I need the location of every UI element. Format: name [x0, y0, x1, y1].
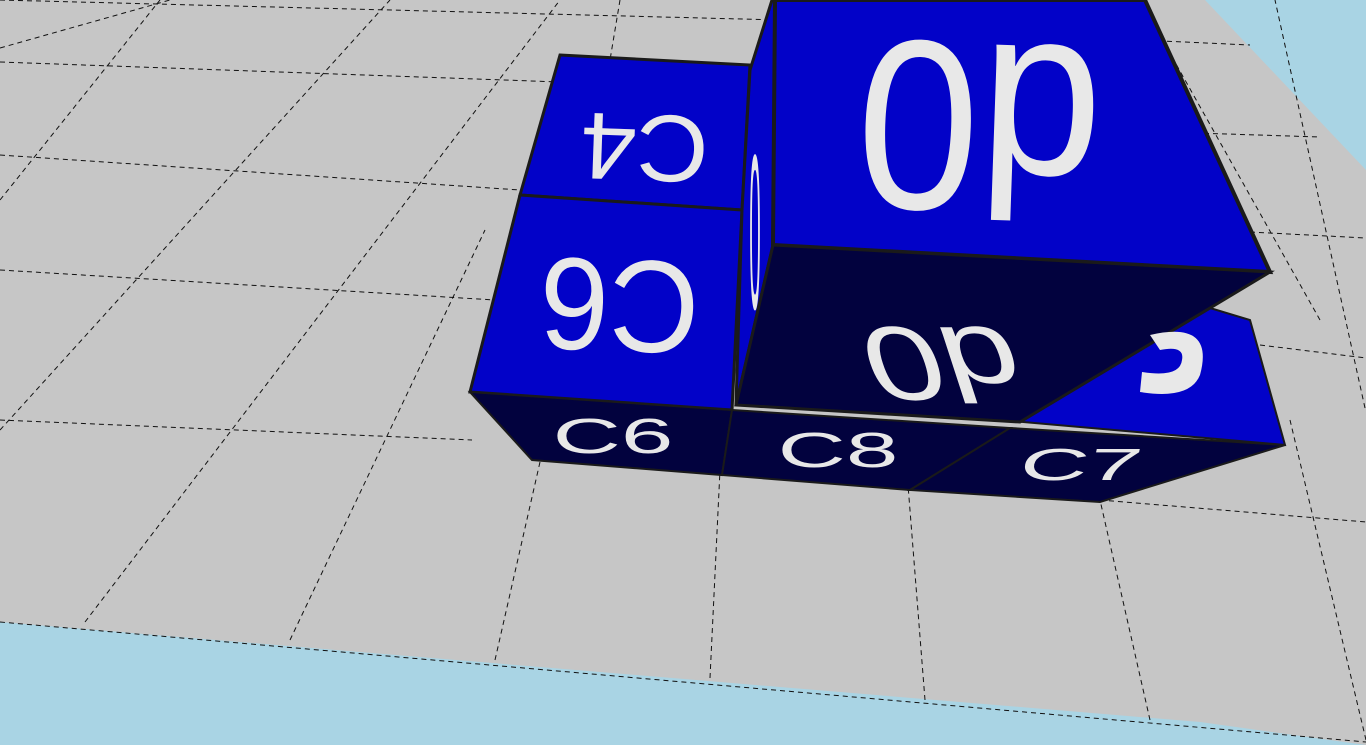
cube-c4-top-label: C4: [579, 92, 710, 203]
game-viewport[interactable]: C4 C6 d0 0 d0 C6 C8 C7: [0, 0, 1366, 745]
cube-c6-top-label: C6: [537, 229, 702, 381]
cube-d0-top-label: d0: [852, 0, 1106, 266]
cube-c8-front-label: C8: [778, 422, 899, 477]
scene-canvas[interactable]: C4 C6 d0 0 d0 C6 C8 C7: [0, 0, 1366, 745]
cube-c7-front-label: C7: [1015, 439, 1146, 489]
cube-d0-side-label: 0: [749, 110, 760, 356]
cube-c6-front-label: C6: [553, 408, 674, 463]
